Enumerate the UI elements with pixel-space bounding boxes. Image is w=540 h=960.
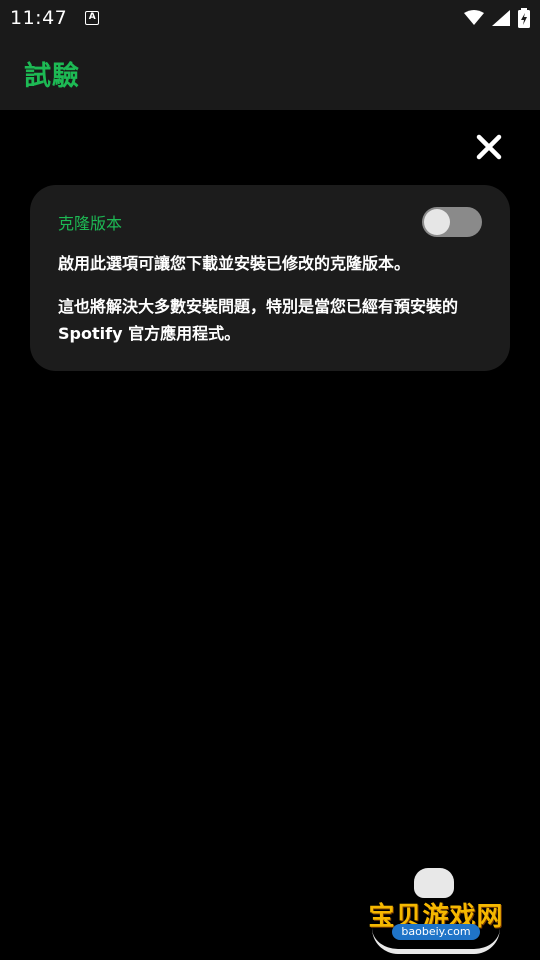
card-header: 克隆版本 [58, 207, 482, 237]
watermark-logo: 宝贝游戏网 baobeiy.com [364, 868, 508, 956]
close-icon[interactable] [476, 134, 502, 160]
watermark-url: baobeiy.com [392, 924, 480, 940]
signal-icon [492, 10, 510, 26]
clone-version-card: 克隆版本 啟用此選項可讓您下載並安裝已修改的克隆版本。 這也將解決大多數安裝問題… [30, 185, 510, 371]
clone-version-toggle[interactable] [422, 207, 482, 237]
status-time: 11:47 [10, 7, 68, 29]
gamepad-icon [414, 868, 454, 898]
status-bar: 11:47 A [0, 0, 540, 36]
close-button[interactable] [470, 128, 508, 166]
description-enable: 啟用此選項可讓您下載並安裝已修改的克隆版本。 [58, 254, 411, 273]
app-bar: 試驗 [0, 36, 540, 110]
page-title: 試驗 [24, 60, 80, 92]
notification-icon: A [85, 11, 100, 25]
status-icons [464, 8, 530, 28]
description-fix: 這也將解決大多數安裝問題，特別是當您已經有預安裝的 Spotify 官方應用程式… [58, 297, 459, 343]
toggle-knob[interactable] [424, 209, 450, 235]
battery-charging-icon [518, 8, 530, 28]
wifi-icon [464, 10, 484, 25]
clone-version-title: 克隆版本 [58, 214, 123, 233]
